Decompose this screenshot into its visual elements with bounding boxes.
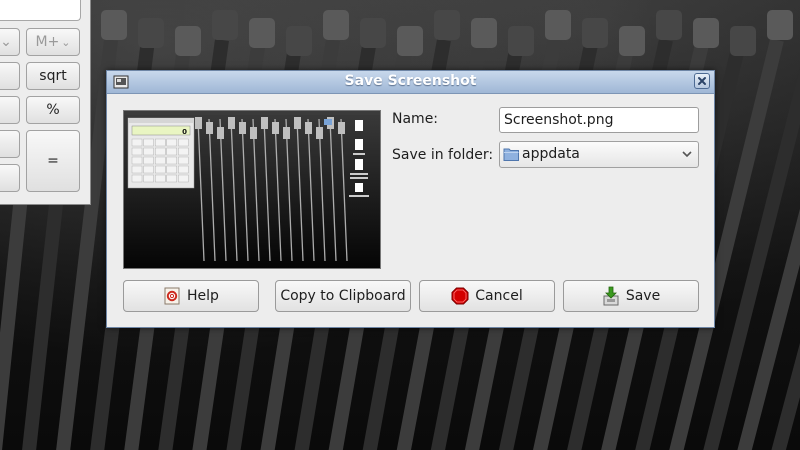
- calc-button-partial-5[interactable]: [0, 164, 20, 192]
- save-icon: [603, 286, 619, 306]
- calc-button-percent-label: %: [46, 102, 60, 118]
- copy-to-clipboard-button[interactable]: Copy to Clipboard: [275, 280, 411, 312]
- calc-button-sqrt-label: sqrt: [39, 68, 67, 84]
- filename-input[interactable]: [499, 107, 699, 133]
- save-button-label: Save: [625, 288, 661, 304]
- stop-icon: [451, 287, 469, 305]
- help-button-label: Help: [187, 288, 219, 304]
- calculator-window: ⌄ M+ ⌄ sqrt % =: [0, 0, 91, 205]
- save-button[interactable]: Save: [563, 280, 699, 312]
- calc-button-partial-2[interactable]: [0, 62, 20, 90]
- folder-value: appdata: [522, 146, 580, 162]
- calc-button-partial-4[interactable]: [0, 130, 20, 158]
- name-label: Name:: [392, 111, 439, 127]
- chevron-down-icon: [682, 151, 692, 158]
- copy-button-label: Copy to Clipboard: [280, 288, 406, 304]
- cancel-button[interactable]: Cancel: [419, 280, 555, 312]
- calc-button-equals[interactable]: =: [26, 130, 80, 192]
- preview-image: 0: [124, 111, 380, 268]
- calc-button-equals-label: =: [47, 153, 59, 169]
- calc-button-partial-3[interactable]: [0, 96, 20, 124]
- save-screenshot-dialog: Save Screenshot 0 Name: Screenshot.png S…: [106, 70, 715, 328]
- calc-button-mplus-label: M+: [35, 34, 60, 50]
- close-button[interactable]: [694, 73, 710, 89]
- calc-button-partial-1[interactable]: ⌄: [0, 28, 20, 56]
- calc-button-sqrt[interactable]: sqrt: [26, 62, 80, 90]
- calc-button-percent[interactable]: %: [26, 96, 80, 124]
- cancel-button-label: Cancel: [475, 288, 523, 304]
- close-icon: [698, 77, 706, 85]
- preview-calc-display: 0: [182, 128, 187, 136]
- folder-label: Save in folder:: [392, 147, 494, 163]
- dialog-titlebar[interactable]: Save Screenshot: [107, 71, 714, 94]
- help-icon: [164, 287, 180, 305]
- dialog-title: Save Screenshot: [344, 73, 477, 89]
- chevron-down-icon: ⌄: [61, 35, 71, 49]
- calculator-display: [0, 0, 81, 21]
- folder-dropdown[interactable]: appdata: [499, 141, 699, 168]
- folder-icon: [503, 148, 519, 161]
- calc-button-mplus[interactable]: M+ ⌄: [26, 28, 80, 56]
- screenshot-preview: 0: [123, 110, 381, 269]
- help-button[interactable]: Help: [123, 280, 259, 312]
